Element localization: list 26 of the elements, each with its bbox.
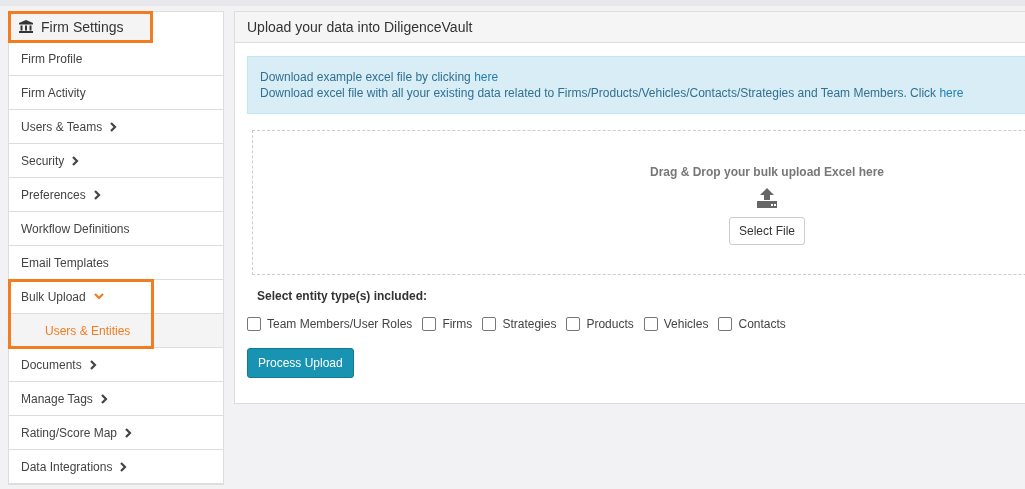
here-link[interactable]: here [939,86,964,100]
upload-icon [757,188,777,208]
checkbox[interactable] [247,317,261,331]
checkbox[interactable] [482,317,497,331]
checkbox[interactable] [643,317,658,331]
checkbox[interactable] [422,317,437,331]
select-file-button[interactable]: Select File [728,217,805,245]
checkbox-label: Firms [442,317,473,331]
checkbox[interactable] [718,317,733,331]
process-upload-button[interactable]: Process Upload [247,348,354,378]
checkbox[interactable] [566,317,581,331]
info-text: Download excel file with all your existing data related to Firms/Products/Vehicles/Contacts/Strategies and Team Members. Click [260,86,937,100]
checkbox-label: Strategies [502,317,557,331]
checkbox-label: Products [586,317,634,331]
sidebar-title: Firm Settings [41,18,124,35]
entity-label: Select entity type(s) included: [257,289,429,303]
checkbox-label: Team Members/User Roles [267,317,413,331]
info-text: Download example excel file by clicking [260,70,471,84]
checkbox-label: Vehicles [663,317,709,331]
bank-icon [19,20,33,33]
panel-title: Upload your data into DiligenceVault [247,19,473,35]
dropzone[interactable]: Drag & Drop your bulk upload Excel here Select File [252,130,1025,275]
dropzone-text: Drag & Drop your bulk upload Excel here [649,165,884,179]
sidebar-item[interactable]: Firm Profile [9,42,223,76]
checkbox-label: Contacts [738,317,786,331]
here-link[interactable]: here [474,70,499,84]
